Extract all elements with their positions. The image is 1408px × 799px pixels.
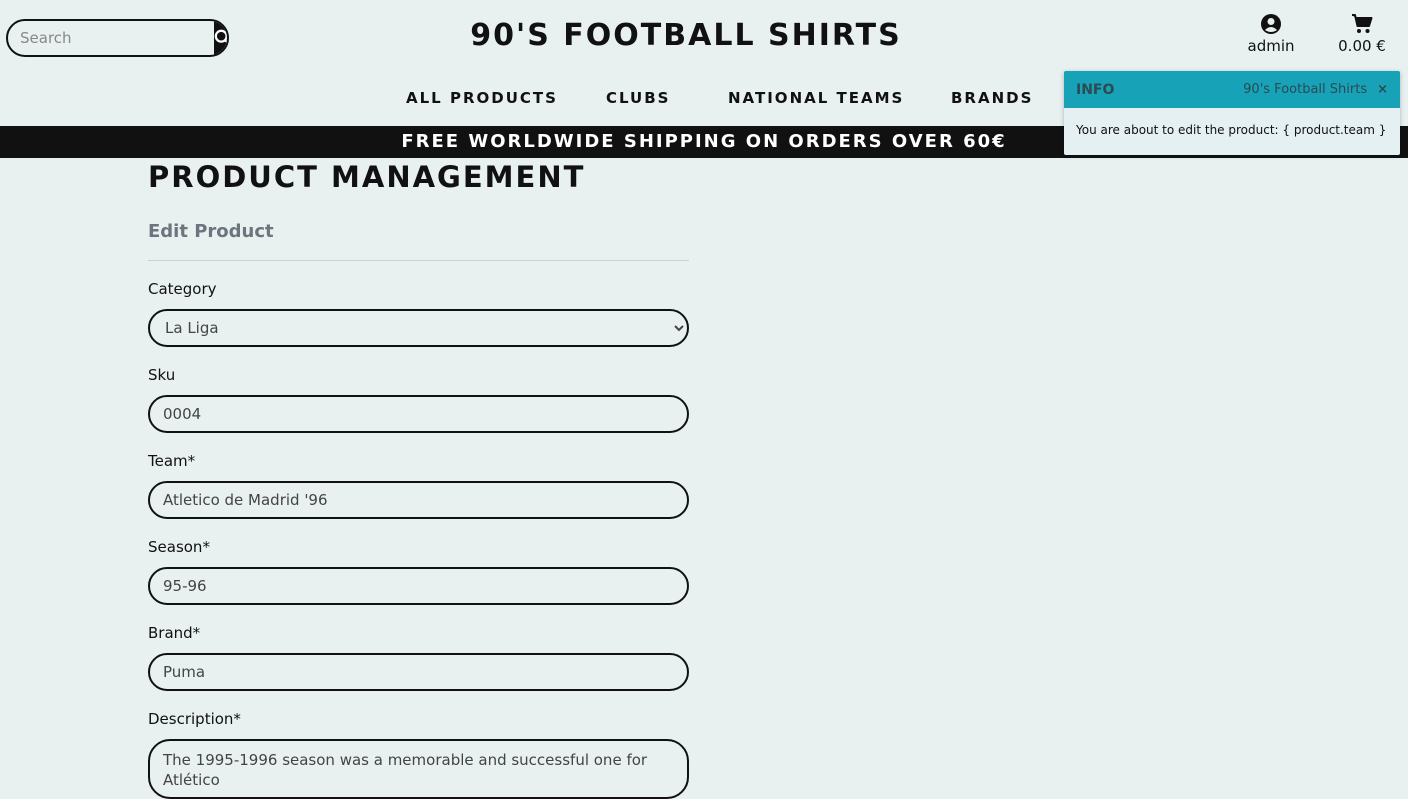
sku-label: Sku — [148, 366, 176, 384]
category-select[interactable]: La Liga — [148, 309, 689, 347]
team-label: Team* — [148, 452, 196, 470]
season-label: Season* — [148, 538, 210, 556]
info-toast: INFO 90's Football Shirts × You are abou… — [1064, 71, 1400, 155]
nav-brands[interactable]: BRANDS — [951, 89, 1033, 107]
page-subtitle: Edit Product — [148, 221, 274, 242]
category-label: Category — [148, 280, 217, 298]
cart-link[interactable]: 0.00 € — [1333, 14, 1391, 55]
nav-all-products[interactable]: ALL PRODUCTS — [406, 89, 558, 107]
toast-header: INFO 90's Football Shirts × — [1064, 71, 1400, 108]
description-label: Description* — [148, 710, 241, 728]
account-label: admin — [1247, 37, 1295, 55]
brand-field[interactable] — [148, 653, 689, 691]
close-icon[interactable]: × — [1377, 82, 1388, 97]
nav-clubs[interactable]: CLUBS — [606, 89, 670, 107]
user-circle-icon — [1261, 14, 1281, 34]
cart-total: 0.00 € — [1338, 37, 1386, 55]
nav-national-teams[interactable]: NATIONAL TEAMS — [728, 89, 904, 107]
toast-title: INFO — [1076, 81, 1115, 98]
divider — [148, 260, 689, 261]
account-link[interactable]: admin — [1244, 14, 1298, 55]
brand-label: Brand* — [148, 624, 201, 642]
shopping-cart-icon — [1352, 14, 1373, 33]
page-title: PRODUCT MANAGEMENT — [148, 160, 586, 194]
team-field[interactable] — [148, 481, 689, 519]
toast-message: You are about to edit the product: { pro… — [1076, 123, 1387, 137]
site-title[interactable]: 90'S FOOTBALL SHIRTS — [0, 18, 1372, 53]
sku-field[interactable] — [148, 395, 689, 433]
description-field[interactable]: The 1995-1996 season was a memorable and… — [148, 739, 689, 799]
season-field[interactable] — [148, 567, 689, 605]
toast-source: 90's Football Shirts — [1243, 82, 1368, 97]
